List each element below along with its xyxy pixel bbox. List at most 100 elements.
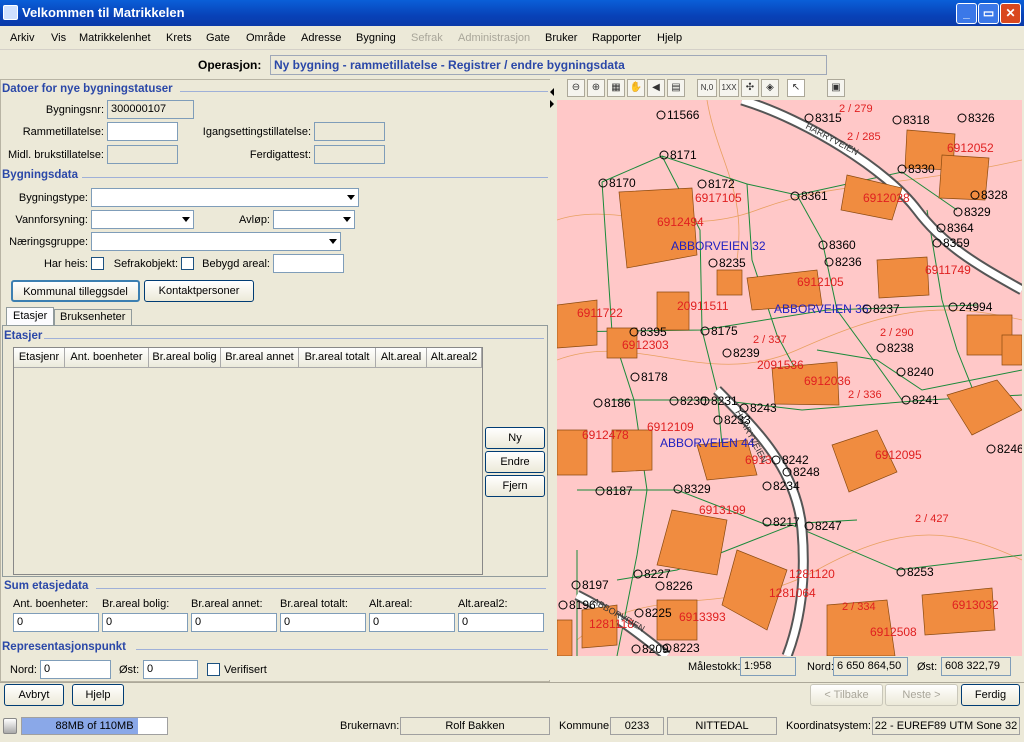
section-bygningsdata-title: Bygningsdata	[2, 169, 79, 181]
kommunal-tilleggsdel-button[interactable]: Kommunal tilleggsdel	[11, 280, 140, 302]
hjelp-button[interactable]: Hjelp	[72, 684, 124, 706]
menu-omrade[interactable]: Område	[246, 32, 286, 44]
menu-gate[interactable]: Gate	[206, 32, 230, 44]
menu-arkiv[interactable]: Arkiv	[10, 32, 34, 44]
title-bar: Velkommen til Matrikkelen _ ▭ ✕	[0, 0, 1024, 26]
map-point-label: 8175	[711, 324, 738, 338]
bebygd-areal-field[interactable]	[273, 254, 344, 273]
divider	[82, 177, 548, 178]
avlop-select[interactable]	[273, 210, 355, 229]
vannforsyning-select[interactable]	[91, 210, 194, 229]
midl-bruk-label: Midl. brukstillatelse:	[8, 149, 104, 161]
minimize-button[interactable]: _	[956, 3, 977, 24]
memory-bar: 88MB of 110MB	[21, 717, 168, 735]
ny-button[interactable]: Ny	[485, 427, 545, 449]
sum-label: Br.areal annet:	[191, 598, 263, 610]
map-point-label: 8209	[642, 642, 669, 656]
ferdig-button[interactable]: Ferdig	[961, 684, 1020, 706]
nord-field[interactable]: 0	[40, 660, 111, 679]
map-point-label: 8186	[604, 396, 631, 410]
etasjer-table[interactable]: Etasjenr Ant. boenheter Br.areal bolig B…	[13, 347, 483, 575]
map-point-label: 8329	[964, 205, 991, 219]
map-view[interactable]: 2 / 279 2 / 285 2 / 337 2 / 290 2 / 336 …	[557, 100, 1022, 656]
neste-button: Neste >	[885, 684, 958, 706]
menu-rapporter[interactable]: Rapporter	[592, 32, 641, 44]
ost-field[interactable]: 0	[143, 660, 198, 679]
sum-value: 0	[191, 613, 277, 632]
chevron-down-icon	[343, 217, 351, 222]
menu-krets[interactable]: Krets	[166, 32, 192, 44]
rammetillatelse-field[interactable]	[107, 122, 178, 141]
previous-view-icon[interactable]: ◀	[647, 79, 665, 97]
map-point-label: 8196	[569, 598, 596, 612]
midl-bruk-field	[107, 145, 178, 164]
column-header[interactable]: Alt.areal	[376, 348, 427, 368]
verifisert-checkbox[interactable]	[207, 663, 220, 676]
column-header[interactable]: Br.areal annet	[221, 348, 299, 368]
kontaktpersoner-button[interactable]: Kontaktpersoner	[144, 280, 254, 302]
har-heis-label: Har heis:	[43, 258, 88, 270]
menu-hjelp[interactable]: Hjelp	[657, 32, 682, 44]
map-canvas[interactable]: 2 / 279 2 / 285 2 / 337 2 / 290 2 / 336 …	[557, 100, 1022, 656]
column-header[interactable]: Etasjenr	[14, 348, 65, 368]
chevron-down-icon	[347, 195, 355, 200]
tab-bruksenheter[interactable]: Bruksenheter	[54, 309, 132, 325]
divider	[136, 649, 548, 650]
expand-icon[interactable]: ✣	[741, 79, 759, 97]
layers-icon[interactable]: ◈	[761, 79, 779, 97]
map-address-label: ABBORVEIEN 32	[671, 239, 766, 253]
tilbake-button: < Tilbake	[810, 684, 883, 706]
naeringsgruppe-select[interactable]	[91, 232, 341, 251]
maximize-button[interactable]: ▭	[978, 3, 999, 24]
bygningstype-select[interactable]	[91, 188, 359, 207]
column-header[interactable]: Ant. boenheter	[65, 348, 149, 368]
map-parcel-label: 6912478	[582, 428, 629, 442]
zoom-in-icon[interactable]: ⊕	[587, 79, 605, 97]
collapse-arrow-icon[interactable]	[550, 88, 554, 96]
column-header[interactable]: Br.areal totalt	[299, 348, 376, 368]
map-point-label: 8236	[835, 255, 862, 269]
full-extent-icon[interactable]: ▣	[827, 79, 845, 97]
map-parcel-label: 6912036	[804, 374, 851, 388]
column-header[interactable]: Br.areal bolig	[149, 348, 221, 368]
avbryt-button[interactable]: Avbryt	[4, 684, 64, 706]
expand-arrow-icon[interactable]	[550, 100, 554, 108]
pan-hand-icon[interactable]: ✋	[627, 79, 645, 97]
print-icon[interactable]: ▤	[667, 79, 685, 97]
menu-bygning[interactable]: Bygning	[356, 32, 396, 44]
map-parcel-label: 6912109	[647, 420, 694, 434]
divider	[44, 338, 544, 339]
map-point-label: 8226	[666, 579, 693, 593]
map-parcel-label: 6913393	[679, 610, 726, 624]
menu-adresse[interactable]: Adresse	[301, 32, 341, 44]
splitter[interactable]	[549, 80, 555, 680]
close-button[interactable]: ✕	[1000, 3, 1021, 24]
sefrak-checkbox[interactable]	[181, 257, 194, 270]
kommune-label: Kommune:	[559, 720, 613, 732]
map-point-label: 8239	[733, 346, 760, 360]
map-point-label: 8315	[815, 111, 842, 125]
column-header[interactable]: Alt.areal2	[427, 348, 482, 368]
map-parcel-label: 6911722	[577, 306, 623, 320]
zoom-n0-icon[interactable]: N,0	[697, 79, 717, 97]
menu-matrikkelenhet[interactable]: Matrikkelenhet	[79, 32, 151, 44]
ost-label: Øst:	[119, 664, 140, 676]
menu-sefrak: Sefrak	[411, 32, 443, 44]
zoom-window-icon[interactable]: ▦	[607, 79, 625, 97]
map-point-label: 8225	[645, 606, 672, 620]
endre-button[interactable]: Endre	[485, 451, 545, 473]
menu-vis[interactable]: Vis	[51, 32, 66, 44]
window-title: Velkommen til Matrikkelen	[22, 5, 185, 20]
igangsetting-field	[314, 122, 385, 141]
zoom-1xx-icon[interactable]: 1XX	[719, 79, 739, 97]
tab-etasjer[interactable]: Etasjer	[6, 307, 54, 325]
zoom-out-icon[interactable]: ⊖	[567, 79, 585, 97]
fjern-button[interactable]: Fjern	[485, 475, 545, 497]
sum-value: 0	[458, 613, 544, 632]
section-datoer-title: Datoer for nye bygningstatuser	[2, 83, 173, 95]
menu-bruker[interactable]: Bruker	[545, 32, 577, 44]
operation-bar: Operasjon: Ny bygning - rammetillatelse …	[0, 52, 1024, 78]
trash-icon[interactable]	[3, 718, 17, 734]
har-heis-checkbox[interactable]	[91, 257, 104, 270]
select-pointer-icon[interactable]: ↖	[787, 79, 805, 97]
